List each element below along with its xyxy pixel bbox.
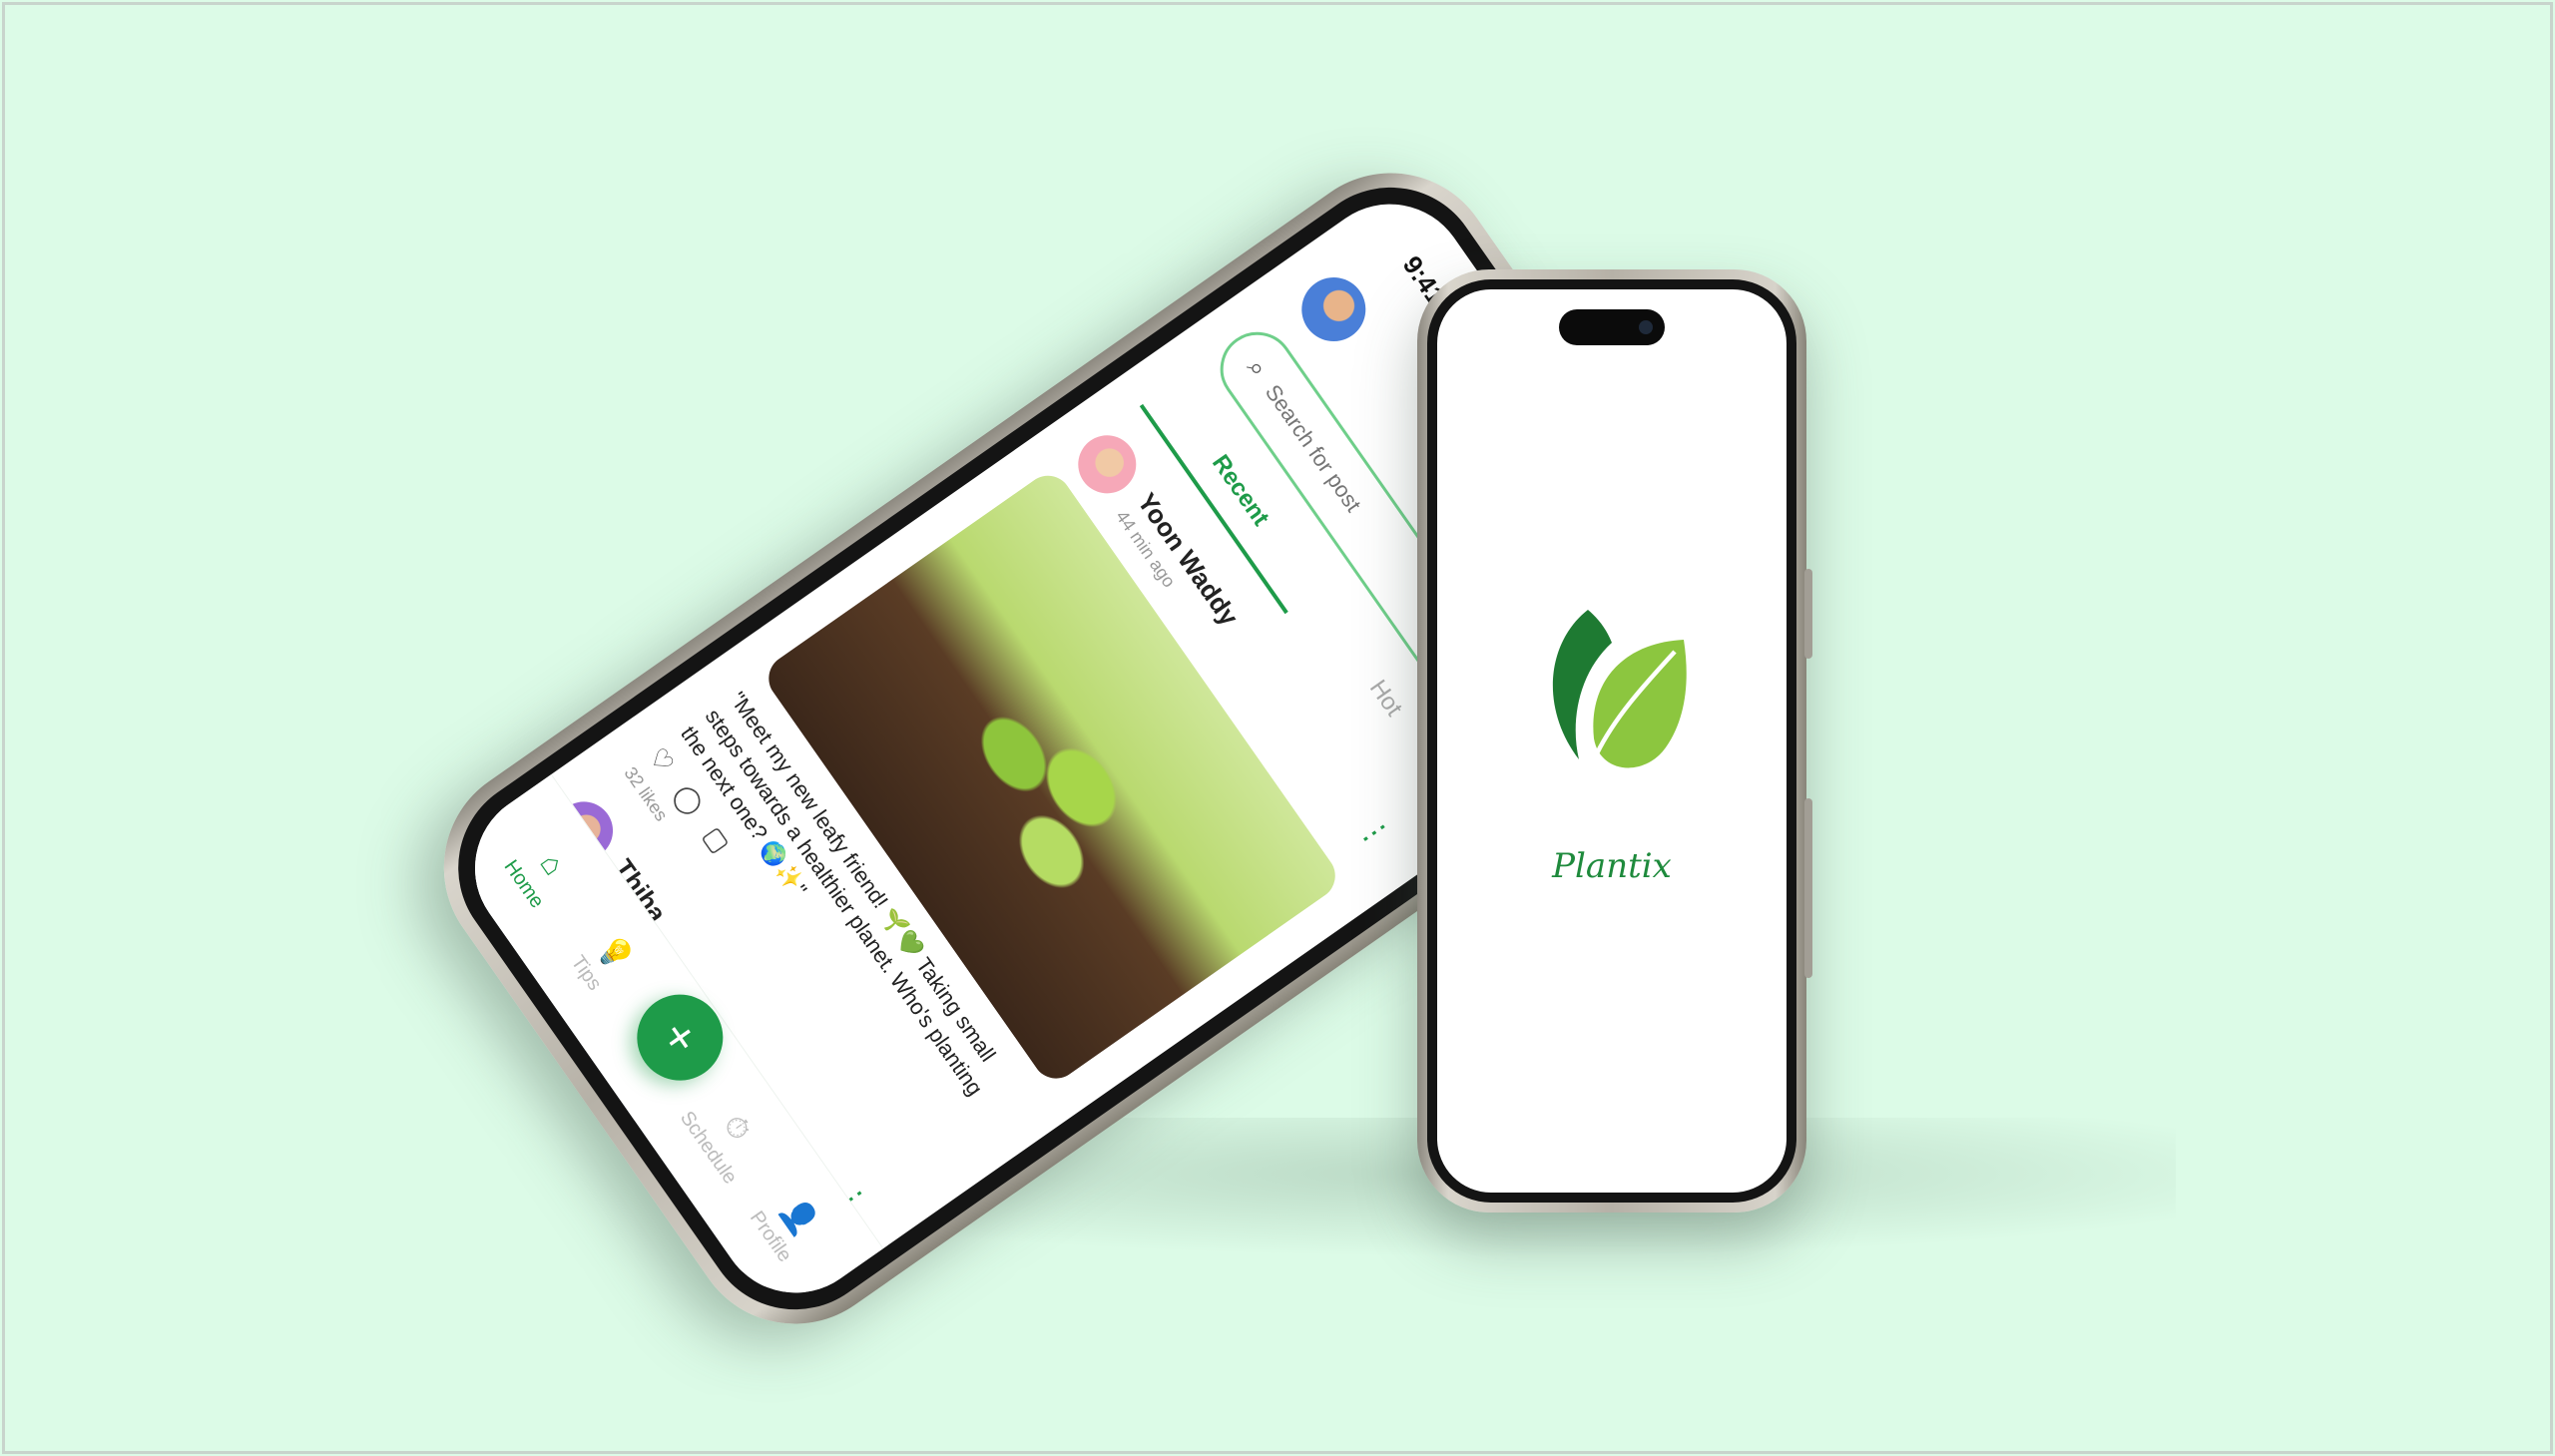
nav-profile[interactable]: 👤 Profile (736, 1171, 839, 1280)
nav-tips[interactable]: 💡 Tips (551, 906, 655, 1016)
camera-icon (1639, 320, 1653, 334)
side-button (1804, 569, 1812, 659)
bookmark-icon[interactable]: ▢ (697, 821, 737, 859)
like-icon[interactable]: ♡ (642, 742, 681, 779)
search-icon: ⌕ (1241, 353, 1275, 383)
splash-screen: Plantix (1437, 289, 1787, 1193)
comment-icon[interactable]: ◯ (668, 779, 710, 821)
phone-splash-mockup: Plantix (1417, 269, 1812, 1213)
side-button (1804, 798, 1812, 978)
nav-home[interactable]: ⌂ Home (489, 818, 592, 928)
user-avatar[interactable] (1288, 264, 1378, 354)
avatar[interactable] (1066, 423, 1148, 505)
plantix-leaf-logo-icon (1552, 610, 1687, 768)
more-icon[interactable]: ⋮ (1351, 810, 1398, 856)
dynamic-island (1559, 309, 1665, 345)
brand-wordmark: Plantix (1552, 846, 1672, 886)
nav-schedule[interactable]: ⏱ Schedule (674, 1082, 776, 1192)
